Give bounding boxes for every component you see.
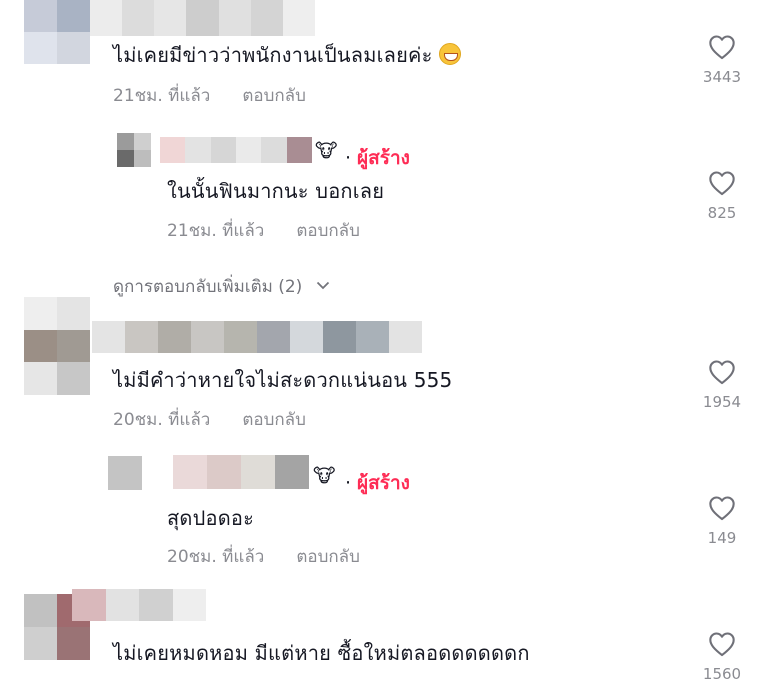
heart-icon (709, 632, 735, 657)
comment-meta: 21ชม. ที่แล้ว ตอบกลับ (167, 217, 360, 244)
like-count: 3443 (702, 68, 742, 86)
comment-time: 21ชม. ที่แล้ว (113, 86, 211, 106)
heart-icon (709, 35, 735, 60)
heart-icon (709, 360, 735, 385)
username-blurred[interactable] (173, 455, 309, 489)
like-button[interactable]: 825 (692, 170, 752, 222)
creator-badge: · ผู้สร้าง (345, 147, 410, 169)
like-count: 825 (707, 204, 737, 222)
cow-icon: 🐮 (313, 465, 336, 487)
comment-meta: 20ชม. ที่แล้ว ตอบกลับ (167, 543, 360, 570)
reply-button[interactable]: ตอบกลับ (242, 410, 306, 430)
avatar[interactable] (24, 0, 90, 64)
comment-text: สุดปอดอะ (167, 506, 255, 530)
heart-icon (709, 496, 735, 521)
grinning-face-icon (438, 43, 461, 65)
comment-text: ในนั้นฟินมากนะ บอกเลย (167, 179, 385, 203)
comment-text: ไม่เคยมีข่าวว่าพนักงานเป็นลมเลยค่ะ (113, 39, 461, 71)
comment-meta: 21ชม. ที่แล้ว ตอบกลับ (113, 82, 306, 109)
like-count: 149 (707, 529, 737, 547)
creator-badge: · ผู้สร้าง (345, 472, 410, 494)
comment-time: 20ชม. ที่แล้ว (167, 547, 265, 567)
chevron-down-icon (316, 281, 329, 290)
avatar[interactable] (24, 297, 90, 395)
like-count: 1560 (702, 665, 742, 683)
like-button[interactable]: 3443 (692, 34, 752, 86)
view-more-replies-button[interactable]: ดูการตอบกลับเพิ่มเติม (2) (113, 273, 330, 300)
like-button[interactable]: 1560 (692, 631, 752, 683)
cow-icon: 🐮 (315, 140, 338, 162)
username-blurred[interactable] (92, 321, 422, 353)
heart-icon (709, 171, 735, 196)
like-count: 1954 (702, 393, 742, 411)
reply-button[interactable]: ตอบกลับ (296, 547, 360, 567)
comment-time: 21ชม. ที่แล้ว (167, 221, 265, 241)
comment-meta: 20ชม. ที่แล้ว ตอบกลับ (113, 406, 306, 433)
like-button[interactable]: 1954 (692, 359, 752, 411)
comment-text: ไม่มีคำว่าหายใจไม่สะดวกแน่นอน 555 (113, 368, 453, 392)
reply-button[interactable]: ตอบกลับ (296, 221, 360, 241)
reply-button[interactable]: ตอบกลับ (242, 86, 306, 106)
avatar[interactable] (108, 456, 142, 490)
username-blurred[interactable] (90, 0, 315, 36)
comment-text: ไม่เคยหมดหอม มีแต่หาย ซื้อใหม่ตลอดดดดดดก (113, 641, 530, 665)
comment-time: 20ชม. ที่แล้ว (113, 410, 211, 430)
avatar[interactable] (117, 133, 151, 167)
username-blurred[interactable] (160, 137, 312, 163)
like-button[interactable]: 149 (692, 495, 752, 547)
username-blurred[interactable] (72, 589, 206, 621)
